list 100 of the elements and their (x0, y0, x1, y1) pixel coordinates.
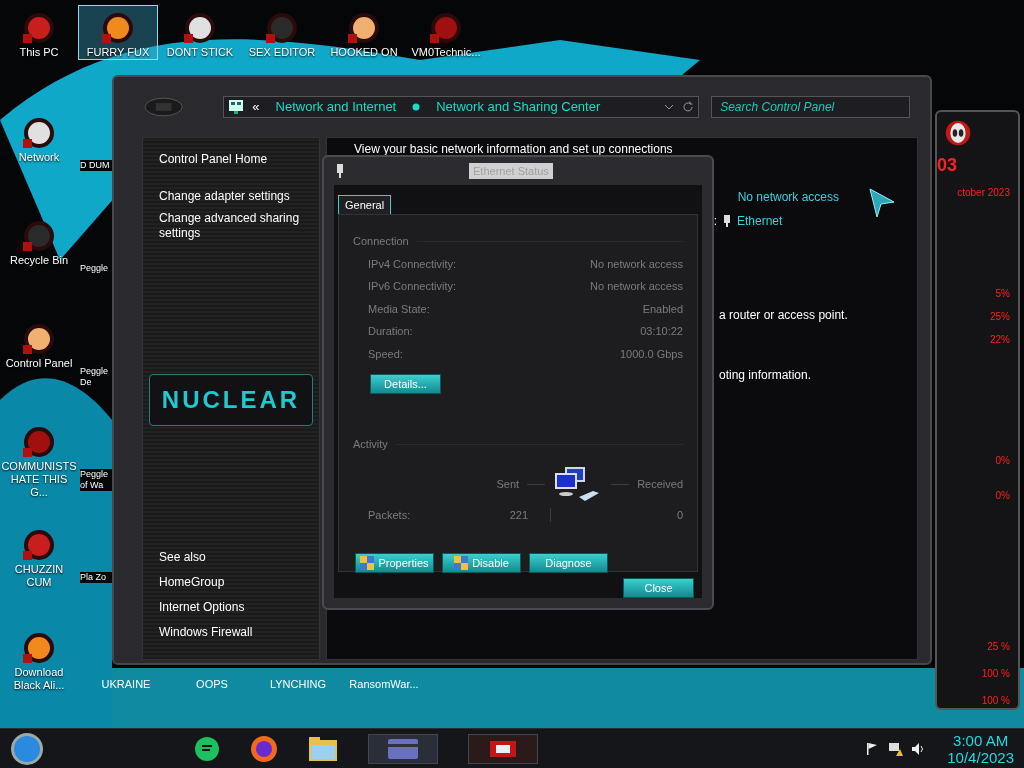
icon-label: RansomWar... (348, 677, 420, 692)
app-icon (346, 10, 382, 46)
group-title: Activity (353, 437, 388, 452)
icon-label: Control Panel (5, 357, 73, 370)
sidebar-link[interactable]: HomeGroup (159, 573, 303, 591)
app-icon (428, 10, 464, 46)
app-icon (264, 10, 300, 46)
dropdown-caret-icon[interactable] (664, 103, 675, 111)
control-panel-icon (228, 99, 245, 115)
field-value: 1000.0 Gbps (620, 346, 683, 362)
control-panel-icon (488, 738, 518, 759)
usage-reading: 25 % (987, 640, 1010, 654)
desktop-icon[interactable]: VM0Technic... (406, 5, 486, 60)
app-icon (21, 10, 57, 46)
desktop-icon[interactable]: COMMUNISTS HATE THIS G... (0, 419, 78, 500)
shield-icon (360, 556, 375, 570)
cursor-arrow-icon (869, 188, 895, 218)
icon-label: LYNCHING (269, 677, 327, 692)
clock[interactable]: 3:00 AM 10/4/2023 (947, 731, 1014, 766)
info-text: a router or access point. (719, 307, 849, 324)
browser-icon[interactable] (250, 734, 278, 763)
desktop-icon[interactable]: CHUZZIN CUM (0, 522, 78, 590)
back-chevrons[interactable]: « (252, 97, 260, 117)
field-value: 0 (676, 507, 683, 523)
network-warning-icon[interactable] (887, 740, 904, 757)
card-icon (388, 738, 418, 759)
address-bar[interactable]: « Network and Internet Network and Sharing Center (223, 96, 700, 118)
icon-label: COMMUNISTS HATE THIS G... (1, 460, 77, 499)
field-value: 03:10:22 (640, 324, 683, 339)
icon-label: SEX EDITOR (248, 46, 316, 59)
refresh-icon[interactable] (682, 101, 695, 113)
icon-label: DONT STICK (166, 46, 234, 59)
nav-emblem-icon (144, 97, 184, 117)
page-heading: View your basic network information and set up connections (353, 141, 674, 158)
column-label: Sent (496, 477, 520, 493)
search-field[interactable]: Search Control Panel (711, 96, 910, 118)
icon-label: Recycle Bin (9, 254, 69, 267)
desktop-icon[interactable]: This PC (2, 5, 76, 60)
icon-label: Pla Zo (80, 572, 112, 583)
usage-reading: 100 % (981, 694, 1010, 708)
icon-label: OOPS (195, 677, 229, 692)
start-orb-icon[interactable] (10, 731, 44, 766)
usage-reading: 22% (990, 333, 1010, 347)
separator-dot-icon (412, 103, 421, 111)
app-icon (21, 321, 57, 357)
folder-icon[interactable] (308, 735, 338, 762)
icon-label: Download Black Ali... (12, 666, 66, 692)
field-label: Packets: (368, 507, 412, 523)
desktop-icon[interactable]: Download Black Ali... (0, 625, 78, 693)
field-label: IPv6 Connectivity: (368, 279, 457, 294)
field-value: No network access (590, 256, 683, 272)
field-value: 221 (508, 507, 528, 523)
field-value: Enabled (642, 301, 683, 317)
icon-label: HOOKED ON (330, 46, 398, 59)
chat-app-icon[interactable] (194, 735, 220, 762)
icon-label: UKRAINE (100, 677, 152, 692)
desktop-icon[interactable]: HOOKED ON (324, 5, 404, 60)
search-input[interactable]: Search Control Panel (720, 98, 901, 116)
logo-text: NUCLEAR (161, 385, 301, 415)
field-label: Speed: (368, 346, 403, 362)
day-number: 03 (937, 154, 958, 177)
icon-label: VM0Technic... (411, 46, 481, 59)
usage-reading: 5% (995, 287, 1010, 301)
sidebar-link[interactable]: Change adapter settings (159, 189, 303, 204)
sidebar-link[interactable]: Control Panel Home (159, 150, 303, 168)
desktop-icon[interactable]: Control Panel (0, 316, 78, 371)
field-label: Duration: (368, 324, 413, 339)
breadcrumb-link[interactable]: Network and Internet (275, 97, 397, 117)
connections-label: : (713, 213, 717, 230)
taskbar-window-button[interactable] (468, 733, 538, 764)
field-value: No network access (590, 279, 683, 294)
usage-reading: 0% (995, 489, 1010, 503)
month-label: ctober 2023 (957, 186, 1010, 200)
shield-icon (454, 556, 469, 570)
app-icon (21, 218, 57, 254)
ethernet-plug-icon (336, 163, 344, 178)
desktop-icon[interactable]: Recycle Bin (0, 213, 78, 268)
app-icon (21, 424, 57, 460)
sidebar-link[interactable]: Change advanced sharing settings (159, 211, 303, 241)
icon-label: CHUZZIN CUM (13, 563, 65, 589)
connection-link[interactable]: Ethernet (736, 212, 783, 230)
app-icon (21, 630, 57, 666)
icon-label: Network (18, 151, 60, 164)
desktop-icon[interactable]: FURRY FUX (78, 5, 158, 60)
icon-label: D DUM (80, 160, 112, 171)
icon-label: Peggle of Wa (80, 469, 112, 491)
group-title: Connection (353, 234, 409, 249)
app-icon (21, 115, 57, 151)
field-label: Media State: (368, 301, 430, 317)
sidebar-link[interactable]: Internet Options (159, 598, 303, 616)
usage-reading: 25% (990, 310, 1010, 324)
app-icon (100, 10, 136, 46)
ethernet-plug-icon (722, 215, 731, 227)
sidebar-link[interactable]: Windows Firewall (159, 623, 303, 641)
tab[interactable]: General (338, 194, 392, 214)
breadcrumb-link[interactable]: Network and Sharing Center (436, 97, 601, 117)
section-title: See also (159, 549, 207, 566)
app-icon (21, 527, 57, 563)
app-icon (182, 10, 218, 46)
icon-label: This PC (19, 46, 59, 59)
